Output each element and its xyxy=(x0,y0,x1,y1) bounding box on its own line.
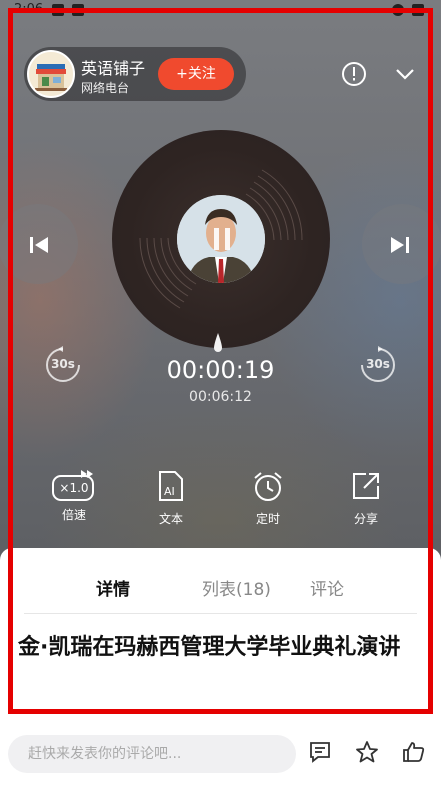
notification-icon xyxy=(52,4,64,16)
tool-label-speed: 倍速 xyxy=(61,508,86,522)
tool-label-text: 文本 xyxy=(158,512,183,526)
progress-knob[interactable] xyxy=(212,332,224,354)
comment-input[interactable]: 赶快来发表你的评论吧... xyxy=(8,735,296,773)
timer-button[interactable]: 定时 xyxy=(238,470,298,527)
tool-label-share: 分享 xyxy=(353,512,378,526)
comment-icon[interactable] xyxy=(308,740,332,768)
battery-icon xyxy=(412,4,424,16)
ai-text-icon: AI xyxy=(159,471,183,501)
channel-subtitle: 网络电台 xyxy=(81,81,130,95)
star-icon[interactable] xyxy=(355,740,379,768)
channel-avatar[interactable] xyxy=(27,50,75,98)
tool-label-timer: 定时 xyxy=(255,512,280,526)
pause-icon[interactable] xyxy=(211,226,233,256)
tab-divider xyxy=(24,613,417,614)
skip-next-icon xyxy=(391,237,409,253)
skip-previous-icon xyxy=(30,237,48,253)
wifi-icon xyxy=(392,4,404,16)
vinyl-disc[interactable] xyxy=(112,130,330,348)
current-time: 00:00:19 xyxy=(166,356,275,384)
chevron-down-icon[interactable] xyxy=(394,66,416,86)
channel-name[interactable]: 英语铺子 xyxy=(81,55,145,79)
text-button[interactable]: AI 文本 xyxy=(141,470,201,527)
tab-details[interactable]: 详情 xyxy=(96,575,130,600)
share-icon xyxy=(353,473,379,499)
tab-list[interactable]: 列表(18) xyxy=(202,575,271,600)
alarm-clock-icon xyxy=(254,472,282,501)
tab-comments[interactable]: 评论 xyxy=(310,575,344,600)
share-button[interactable]: 分享 xyxy=(336,470,396,527)
follow-button[interactable]: +关注 xyxy=(158,58,234,90)
episode-title: 金·凯瑞在玛赫西管理大学毕业典礼演讲 xyxy=(18,635,401,660)
status-bar: 2:06 xyxy=(0,0,441,22)
previous-track-button[interactable] xyxy=(0,204,78,284)
thumbs-up-icon[interactable] xyxy=(402,740,426,768)
next-track-button[interactable] xyxy=(362,204,441,284)
speed-button[interactable]: ×1.0 倍速 xyxy=(44,470,104,523)
notification-icon xyxy=(72,4,84,16)
info-icon[interactable] xyxy=(341,61,367,91)
status-time: 2:06 xyxy=(14,2,44,17)
total-time: 00:06:12 xyxy=(189,389,252,405)
speed-badge: ×1.0 xyxy=(59,481,89,495)
svg-text:AI: AI xyxy=(164,485,175,498)
